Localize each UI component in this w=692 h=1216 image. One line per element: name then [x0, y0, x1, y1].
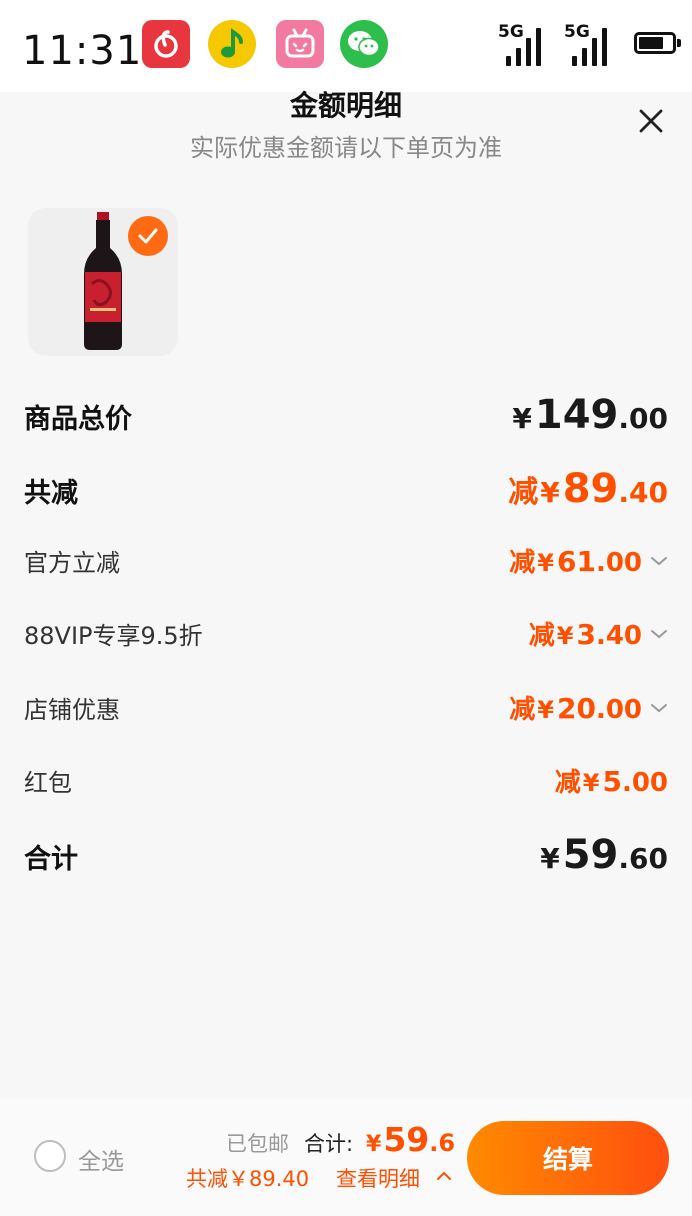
row-red-packet: 红包 减 ¥5.00: [24, 762, 668, 799]
free-shipping-label: 已包邮: [226, 1132, 289, 1156]
chevron-down-icon[interactable]: [650, 555, 668, 567]
row-label: 店铺优惠: [24, 696, 120, 724]
page-subtitle: 实际优惠金额请以下单页为准: [190, 134, 502, 162]
qq-music-icon: [208, 20, 256, 68]
row-amount: ¥59.60: [540, 832, 668, 878]
netease-music-icon: [142, 20, 190, 68]
signal-icon: 5G: [564, 22, 614, 66]
total-amount: ¥59.6: [366, 1120, 456, 1159]
status-bar: 11:31 5G 5G: [0, 0, 692, 92]
status-time: 11:31: [22, 28, 143, 74]
bilibili-icon: [276, 20, 324, 68]
row-label: 官方立减: [24, 549, 120, 577]
row-amount: ¥149.00: [512, 392, 668, 438]
row-official-discount[interactable]: 官方立减 减 ¥61.00: [24, 542, 668, 579]
row-label: 合计: [24, 844, 78, 875]
total-label: 合计:: [304, 1132, 354, 1156]
row-total: 合计 ¥59.60: [24, 832, 668, 878]
close-icon[interactable]: [634, 104, 668, 138]
chevron-down-icon[interactable]: [650, 628, 668, 640]
page-title: 金额明细: [289, 89, 402, 122]
row-label: 共减: [24, 478, 78, 509]
view-details-link[interactable]: 查看明细: [336, 1163, 420, 1193]
row-amount: 减 ¥20.00: [509, 689, 668, 726]
row-total-discount: 共减 减 ¥89.40: [24, 466, 668, 512]
row-amount: 减 ¥89.40: [508, 466, 668, 512]
row-amount: 减 ¥3.40: [529, 615, 668, 652]
checkout-button[interactable]: 结算: [467, 1121, 669, 1195]
battery-icon: [634, 32, 681, 54]
row-vip-discount[interactable]: 88VIP专享9.5折 减 ¥3.40: [24, 615, 668, 652]
signal-label: 5G: [564, 22, 590, 42]
row-label: 商品总价: [24, 404, 132, 435]
select-all-radio[interactable]: [34, 1140, 66, 1172]
row-subtotal: 商品总价 ¥149.00: [24, 392, 668, 438]
row-label: 红包: [24, 769, 72, 797]
selected-check-icon[interactable]: [128, 216, 168, 256]
row-amount: 减 ¥61.00: [509, 542, 668, 579]
row-label: 88VIP专享9.5折: [24, 622, 203, 650]
chevron-down-icon[interactable]: [650, 702, 668, 714]
row-store-discount[interactable]: 店铺优惠 减 ¥20.00: [24, 689, 668, 726]
row-amount: 减 ¥5.00: [554, 765, 668, 798]
signal-label: 5G: [498, 22, 524, 42]
chevron-up-icon[interactable]: [436, 1170, 452, 1182]
signal-icon: 5G: [498, 22, 548, 66]
wechat-icon: [340, 20, 388, 68]
total-saved-label: 共减￥89.40: [186, 1167, 310, 1191]
select-all-label[interactable]: 全选: [78, 1142, 124, 1176]
